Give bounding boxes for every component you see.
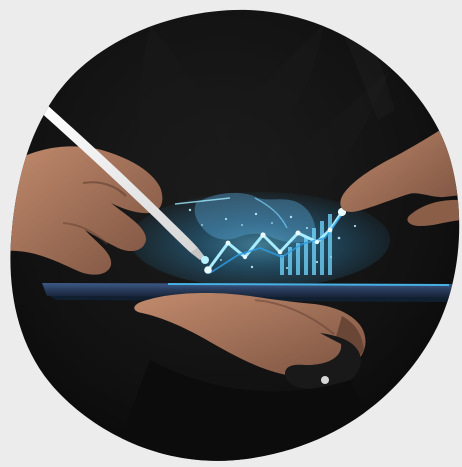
watch-crown — [321, 376, 329, 384]
circular-photo-illustration — [0, 0, 462, 467]
tablet-glow-edge — [167, 283, 450, 286]
image-stage — [0, 0, 462, 467]
stylus-light-point — [201, 256, 209, 264]
